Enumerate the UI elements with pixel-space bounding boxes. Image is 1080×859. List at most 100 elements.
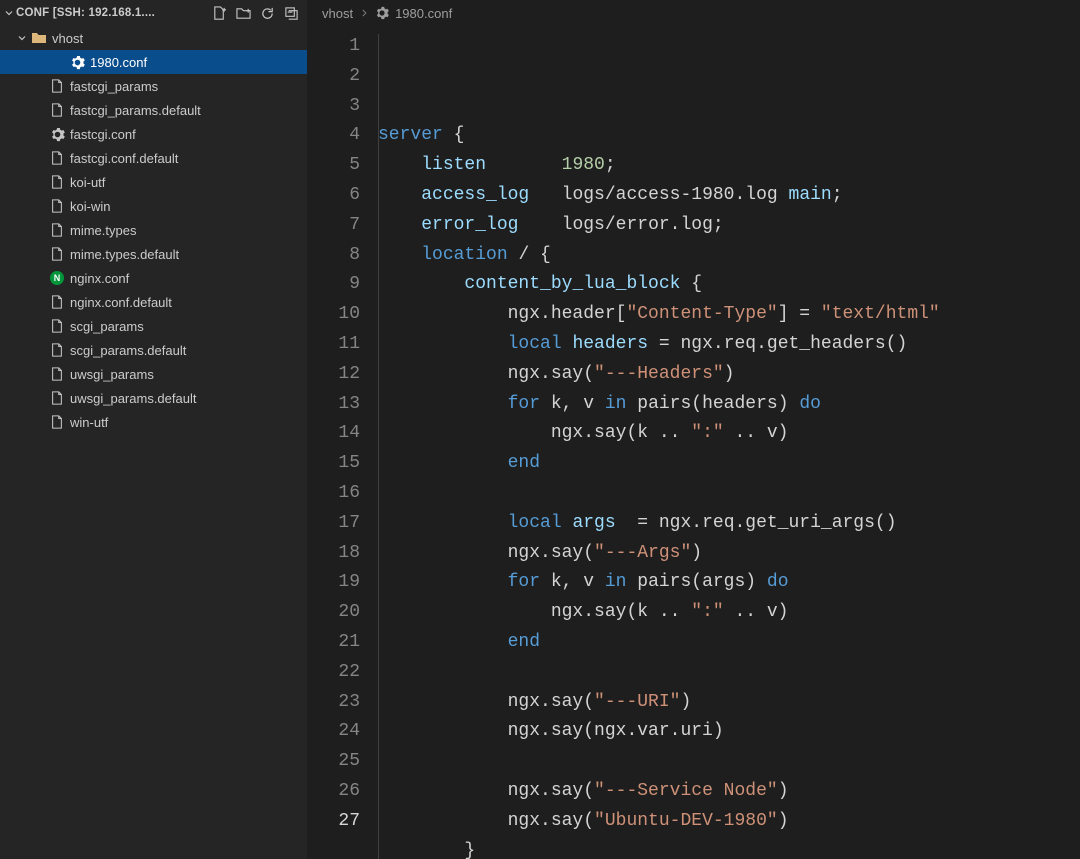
tree-item-label: uwsgi_params.default	[70, 391, 196, 406]
line-number: 1	[308, 32, 360, 62]
breadcrumb[interactable]: vhost 1980.conf	[308, 0, 1080, 26]
code-line[interactable]: access_log logs/access-1980.log main;	[378, 181, 1080, 211]
line-number: 2	[308, 62, 360, 92]
tree-file[interactable]: nginx.conf.default	[0, 290, 307, 314]
line-number: 15	[308, 449, 360, 479]
line-number: 24	[308, 717, 360, 747]
tree-item-label: koi-utf	[70, 175, 105, 190]
tree-item-label: win-utf	[70, 415, 108, 430]
line-number: 6	[308, 181, 360, 211]
new-folder-icon[interactable]	[235, 5, 251, 21]
refresh-icon[interactable]	[259, 5, 275, 21]
file-icon	[48, 367, 66, 381]
code-line[interactable]	[378, 747, 1080, 777]
line-number: 13	[308, 390, 360, 420]
code-line[interactable]: ngx.say(k .. ":" .. v)	[378, 419, 1080, 449]
code-line[interactable]: for k, v in pairs(headers) do	[378, 390, 1080, 420]
explorer-sidebar: CONF [SSH: 192.168.1.... vhost 1980.conf f…	[0, 0, 308, 859]
code-line[interactable]: ngx.header["Content-Type"] = "text/html"	[378, 300, 1080, 330]
code-line[interactable]: local args = ngx.req.get_uri_args()	[378, 509, 1080, 539]
tree-file[interactable]: koi-win	[0, 194, 307, 218]
code-line[interactable]: end	[378, 628, 1080, 658]
tree-file[interactable]: fastcgi_params	[0, 74, 307, 98]
line-number: 4	[308, 121, 360, 151]
code-line[interactable]: for k, v in pairs(args) do	[378, 568, 1080, 598]
tree-file[interactable]: uwsgi_params.default	[0, 386, 307, 410]
tree-item-label: fastcgi.conf	[70, 127, 136, 142]
tree-item-label: mime.types.default	[70, 247, 179, 262]
tree-file[interactable]: fastcgi.conf	[0, 122, 307, 146]
app-root: CONF [SSH: 192.168.1.... vhost 1980.conf f…	[0, 0, 1080, 859]
file-icon	[48, 343, 66, 357]
tree-file[interactable]: scgi_params	[0, 314, 307, 338]
line-number: 7	[308, 211, 360, 241]
explorer-header[interactable]: CONF [SSH: 192.168.1....	[0, 0, 307, 26]
tree-file[interactable]: uwsgi_params	[0, 362, 307, 386]
breadcrumb-segment[interactable]: vhost	[322, 6, 353, 21]
code-line[interactable]: location / {	[378, 241, 1080, 271]
file-icon	[48, 247, 66, 261]
line-number: 16	[308, 479, 360, 509]
code-line[interactable]: ngx.say("---URI")	[378, 688, 1080, 718]
breadcrumb-label: vhost	[322, 6, 353, 21]
tree-file[interactable]: mime.types.default	[0, 242, 307, 266]
chevron-down-icon	[2, 7, 16, 19]
tree-file[interactable]: scgi_params.default	[0, 338, 307, 362]
file-icon	[48, 391, 66, 405]
file-icon	[48, 319, 66, 333]
code-content[interactable]: server { listen 1980; access_log logs/ac…	[378, 26, 1080, 859]
code-line[interactable]: ngx.say(ngx.var.uri)	[378, 717, 1080, 747]
code-line[interactable]: ngx.say("Ubuntu-DEV-1980")	[378, 807, 1080, 837]
tree-file[interactable]: mime.types	[0, 218, 307, 242]
gear-icon	[375, 6, 389, 20]
code-line[interactable]: }	[378, 837, 1080, 859]
line-number: 25	[308, 747, 360, 777]
line-number: 14	[308, 419, 360, 449]
code-line[interactable]: end	[378, 449, 1080, 479]
code-line[interactable]	[378, 658, 1080, 688]
line-number: 8	[308, 241, 360, 271]
tree-file[interactable]: Nnginx.conf	[0, 266, 307, 290]
line-number: 18	[308, 539, 360, 569]
tree-item-label: fastcgi_params	[70, 79, 158, 94]
line-number: 9	[308, 270, 360, 300]
code-line[interactable]: ngx.say(k .. ":" .. v)	[378, 598, 1080, 628]
explorer-title: CONF [SSH: 192.168.1....	[16, 7, 155, 19]
code-line[interactable]: error_log logs/error.log;	[378, 211, 1080, 241]
code-line[interactable]: ngx.say("---Headers")	[378, 360, 1080, 390]
code-line[interactable]: listen 1980;	[378, 151, 1080, 181]
line-number: 20	[308, 598, 360, 628]
code-line[interactable]: server {	[378, 121, 1080, 151]
file-icon	[48, 151, 66, 165]
code-line[interactable]: content_by_lua_block {	[378, 270, 1080, 300]
tree-item-label: scgi_params	[70, 319, 144, 334]
line-number: 3	[308, 92, 360, 122]
tree-file[interactable]: koi-utf	[0, 170, 307, 194]
code-line[interactable]: ngx.say("---Service Node")	[378, 777, 1080, 807]
tree-item-label: mime.types	[70, 223, 136, 238]
line-number: 11	[308, 330, 360, 360]
tree-file[interactable]: 1980.conf	[0, 50, 307, 74]
tree-folder[interactable]: vhost	[0, 26, 307, 50]
code-line[interactable]: ngx.say("---Args")	[378, 539, 1080, 569]
tree-file[interactable]: fastcgi_params.default	[0, 98, 307, 122]
new-file-icon[interactable]	[211, 5, 227, 21]
line-number: 5	[308, 151, 360, 181]
collapse-all-icon[interactable]	[283, 5, 299, 21]
explorer-actions	[211, 5, 301, 21]
line-number: 19	[308, 568, 360, 598]
line-number: 22	[308, 658, 360, 688]
code-area[interactable]: 1234567891011121314151617181920212223242…	[308, 26, 1080, 859]
tree-item-label: vhost	[52, 31, 83, 46]
tree-item-label: 1980.conf	[90, 55, 147, 70]
tree-file[interactable]: fastcgi.conf.default	[0, 146, 307, 170]
file-icon	[48, 295, 66, 309]
folder-open-icon	[30, 30, 48, 46]
tree-item-label: nginx.conf.default	[70, 295, 172, 310]
line-gutter: 1234567891011121314151617181920212223242…	[308, 26, 378, 859]
breadcrumb-segment[interactable]: 1980.conf	[375, 6, 452, 21]
tree-file[interactable]: win-utf	[0, 410, 307, 434]
breadcrumb-separator-icon	[359, 8, 369, 18]
code-line[interactable]	[378, 479, 1080, 509]
code-line[interactable]: local headers = ngx.req.get_headers()	[378, 330, 1080, 360]
